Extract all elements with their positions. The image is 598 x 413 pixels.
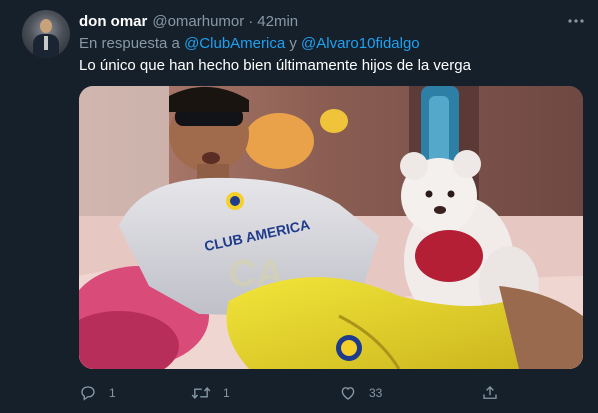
reply-button[interactable]: 1 bbox=[79, 384, 116, 402]
heart-icon bbox=[339, 384, 357, 402]
mention-link-clubamerica[interactable]: @ClubAmerica bbox=[184, 35, 285, 52]
separator-dot: · bbox=[248, 12, 254, 30]
avatar-tie bbox=[44, 36, 48, 50]
tweet-media-image[interactable]: CLUB AMERICA CA bbox=[79, 86, 583, 369]
mention-link-alvaro[interactable]: @Alvaro10fidalgo bbox=[301, 35, 420, 52]
tweet-header: don omar @omarhumor · 42min bbox=[79, 11, 578, 31]
reply-icon bbox=[79, 384, 97, 402]
reply-count: 1 bbox=[109, 386, 116, 400]
author-name[interactable]: don omar bbox=[79, 13, 147, 30]
like-count: 33 bbox=[369, 386, 383, 400]
tweet[interactable]: don omar @omarhumor · 42min En respuesta… bbox=[0, 0, 598, 413]
tweet-text: Lo único que han hecho bien últimamente … bbox=[79, 57, 471, 74]
retweet-count: 1 bbox=[223, 386, 230, 400]
retweet-icon bbox=[191, 384, 211, 402]
reply-conjunction: y bbox=[289, 35, 297, 52]
retweet-button[interactable]: 1 bbox=[191, 384, 230, 402]
like-button[interactable]: 33 bbox=[339, 384, 382, 402]
share-button[interactable] bbox=[481, 384, 511, 402]
avatar-head bbox=[40, 19, 52, 33]
reply-context: En respuesta a @ClubAmerica y @Alvaro10f… bbox=[79, 35, 420, 52]
share-icon bbox=[481, 384, 499, 402]
avatar[interactable] bbox=[22, 10, 70, 58]
author-handle[interactable]: @omarhumor bbox=[152, 13, 244, 30]
tweet-time[interactable]: 42min bbox=[257, 13, 298, 30]
tweet-actions: 1 1 33 bbox=[79, 383, 519, 403]
more-dots-icon[interactable] bbox=[566, 11, 586, 31]
reply-prefix: En respuesta a bbox=[79, 35, 180, 52]
